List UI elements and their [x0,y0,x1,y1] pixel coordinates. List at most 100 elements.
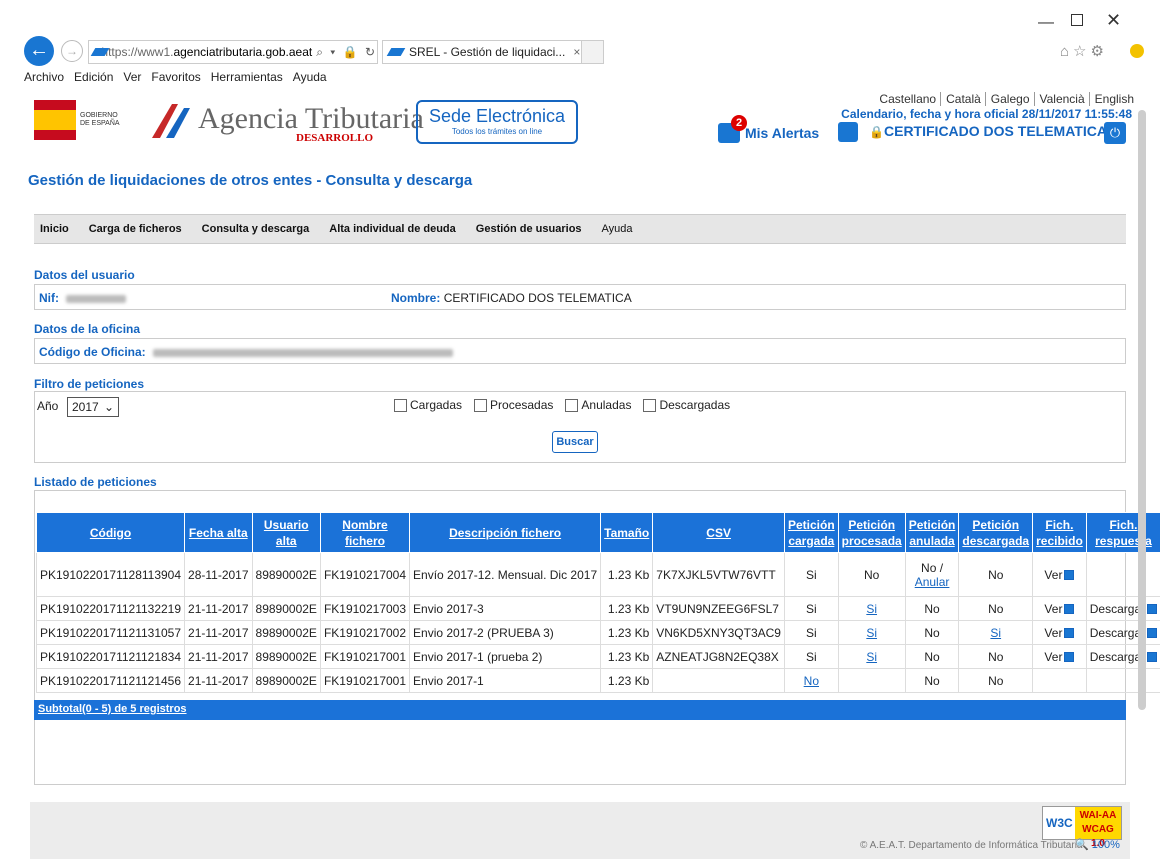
external-link-icon[interactable] [1064,628,1075,639]
year-select[interactable]: 2017 ⌄ [67,397,119,417]
header-codigo[interactable]: Código [35,512,186,553]
year-value: 2017 [72,400,99,414]
ver-link[interactable]: Ver [1044,568,1062,582]
nav-alta-individual[interactable]: Alta individual de deuda [329,223,456,235]
user-icon[interactable] [838,122,858,142]
descargar-link[interactable]: Descargar [1090,650,1145,664]
back-arrow-icon[interactable]: ← [24,36,54,66]
address-bar[interactable]: https://www1.agenciatributaria.gob.aeat … [88,40,378,64]
menu-edicion[interactable]: Edición [74,70,113,84]
external-link-icon[interactable] [1064,652,1075,663]
checkbox-cargadas[interactable]: Cargadas [394,398,462,413]
cell-procesada[interactable]: Si [837,620,906,645]
header-tamano[interactable]: Tamaño [600,512,654,553]
lang-english[interactable]: English [1088,92,1134,106]
cell-descripcion: Envio 2017-3 [409,596,602,621]
mis-alertas-link[interactable]: Mis Alertas [745,125,819,141]
url-domain: agenciatributaria.gob.aeat [173,45,313,59]
header-descargada[interactable]: Petición descargada [958,512,1034,553]
external-link-icon[interactable] [1147,628,1158,639]
forward-arrow-icon[interactable]: → [61,40,83,62]
procesada-link[interactable]: Si [866,626,877,640]
descargar-link[interactable]: Descargar [1090,602,1145,616]
feedback-smiley-icon[interactable] [1130,44,1144,58]
address-tools-icons[interactable]: ⌕ ▾ 🔒 ↻ [316,45,377,60]
maximize-icon[interactable] [1071,14,1083,26]
external-link-icon[interactable] [1064,570,1075,581]
w3c-wai-badge[interactable]: W3C WAI-AA WCAG 1.0 [1042,806,1122,849]
cell-recibido[interactable]: Ver [1032,552,1087,597]
certificate-name[interactable]: CERTIFICADO DOS TELEMATICA [884,123,1107,139]
ver-link[interactable]: Ver [1044,602,1062,616]
external-link-icon[interactable] [1147,652,1158,663]
minimize-icon[interactable]: — [1038,14,1054,32]
cell-procesada[interactable]: Si [837,644,906,669]
header-usuario-alta[interactable]: Usuario alta [251,512,321,553]
checkbox-procesadas[interactable]: Procesadas [474,398,553,413]
menu-herramientas[interactable]: Herramientas [211,70,283,84]
procesada-link[interactable]: Si [866,602,877,616]
header-respuesta[interactable]: Fich. respuesta [1085,512,1160,553]
header-descripcion[interactable]: Descripción fichero [409,512,602,553]
cell-respuesta [1085,552,1160,597]
cell-recibido[interactable]: Ver [1032,620,1087,645]
zoom-level[interactable]: 🔍 100% [1075,838,1120,851]
browser-tab[interactable]: SREL - Gestión de liquidaci... × [382,40,582,64]
lang-catala[interactable]: Català [940,92,981,106]
menu-archivo[interactable]: Archivo [24,70,64,84]
close-tab-icon[interactable]: × [573,45,580,59]
cell-procesada[interactable]: Si [837,596,906,621]
cell-recibido[interactable]: Ver [1032,596,1087,621]
ver-link[interactable]: Ver [1044,626,1062,640]
header-procesada[interactable]: Petición procesada [837,512,906,553]
menu-ver[interactable]: Ver [123,70,141,84]
procesada-link[interactable]: Si [866,650,877,664]
external-link-icon[interactable] [1064,604,1075,615]
cell-usuario: 89890002E [251,644,321,669]
nav-inicio[interactable]: Inicio [40,223,69,235]
lang-castellano[interactable]: Castellano [879,92,936,106]
checkbox-descargadas[interactable]: Descargadas [643,398,730,413]
cell-respuesta[interactable]: Descargar [1085,620,1160,645]
descargada-link[interactable]: Si [990,626,1001,640]
cell-tamano: 1.23 Kb [600,596,654,621]
header-csv[interactable]: CSV [652,512,785,553]
descargar-link[interactable]: Descargar [1090,626,1145,640]
ver-link[interactable]: Ver [1044,650,1062,664]
home-star-gear-icons[interactable]: ⌂☆⚙ [1060,42,1108,60]
sede-electronica-link[interactable]: Sede Electrónica Todos los trámites on l… [416,100,578,144]
checkbox-anuladas[interactable]: Anuladas [565,398,631,413]
cell-descripcion: Envio 2017-1 (prueba 2) [409,644,602,669]
header-nombre-fichero[interactable]: Nombre fichero [319,512,411,553]
lang-galego[interactable]: Galego [984,92,1030,106]
cell-descargada[interactable]: Si [958,620,1034,645]
lang-valencia[interactable]: Valencià [1033,92,1085,106]
nav-consulta-descarga[interactable]: Consulta y descarga [202,223,310,235]
header-cargada[interactable]: Petición cargada [783,512,839,553]
header-recibido[interactable]: Fich. recibido [1032,512,1087,553]
vertical-scrollbar[interactable] [1138,110,1146,710]
header-fecha-alta[interactable]: Fecha alta [184,512,253,553]
cell-tamano: 1.23 Kb [600,620,654,645]
nav-carga-ficheros[interactable]: Carga de ficheros [89,223,182,235]
search-button[interactable]: Buscar [552,431,598,453]
cell-recibido[interactable]: Ver [1032,644,1087,669]
new-tab-button[interactable] [582,40,604,64]
menu-favoritos[interactable]: Favoritos [151,70,200,84]
official-datetime-link[interactable]: Calendario, fecha y hora oficial 28/11/2… [832,107,1132,121]
menu-ayuda[interactable]: Ayuda [293,70,327,84]
table-row: PK1910220171128113904 28-11-2017 8989000… [35,552,1160,597]
nav-gestion-usuarios[interactable]: Gestión de usuarios [476,223,582,235]
cell-respuesta[interactable]: Descargar [1085,596,1160,621]
external-link-icon[interactable] [1147,604,1158,615]
agency-name[interactable]: Agencia Tributaria [198,102,424,136]
cell-cargada[interactable]: No [783,668,839,693]
anular-link[interactable]: Anular [915,575,950,589]
header-anulada[interactable]: Petición anulada [904,512,960,553]
close-window-icon[interactable]: ✕ [1106,10,1121,31]
cargada-link[interactable]: No [804,674,819,688]
cell-respuesta[interactable]: Descargar [1085,644,1160,669]
subtotal-pagination-link[interactable]: Subtotal(0 - 5) de 5 registros [34,700,1126,720]
nav-ayuda[interactable]: Ayuda [602,223,633,235]
logout-power-icon[interactable]: ⏻ [1104,122,1126,144]
